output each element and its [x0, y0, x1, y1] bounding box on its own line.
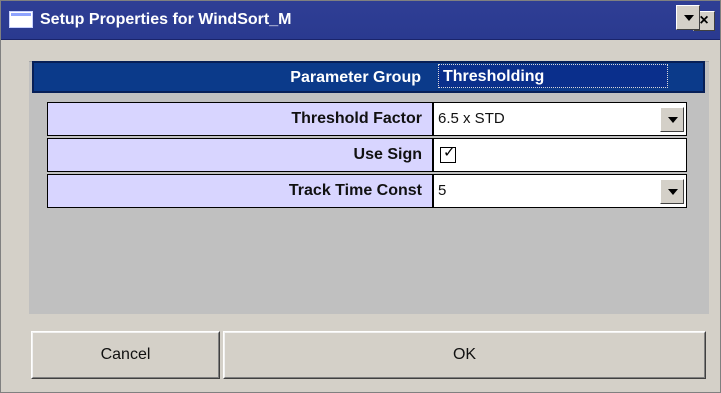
close-icon: × [699, 12, 709, 29]
track-time-const-dropdown[interactable]: 5 [433, 174, 687, 208]
property-row-use-sign: Use Sign ✓ [47, 138, 687, 172]
chevron-down-icon [668, 117, 678, 123]
title-bar: Setup Properties for WindSort_M × [1, 1, 720, 40]
cancel-button-frame [32, 332, 219, 378]
threshold-factor-dropdown-button[interactable] [660, 107, 684, 132]
parameter-group-label: Parameter Group [290, 69, 421, 86]
parameter-group-dropdown-button[interactable] [676, 5, 700, 30]
window-title: Setup Properties for WindSort_M [40, 11, 292, 28]
chevron-down-icon [684, 15, 694, 21]
properties-table: Threshold Factor 6.5 x STD Use Sign ✓ Tr… [47, 102, 687, 208]
setup-properties-dialog: Setup Properties for WindSort_M × Parame… [0, 0, 721, 393]
track-time-const-label: Track Time Const [47, 174, 433, 208]
parameter-group-select[interactable]: Thresholding [438, 64, 668, 88]
property-row-threshold-factor: Threshold Factor 6.5 x STD [47, 102, 687, 136]
threshold-factor-label: Threshold Factor [47, 102, 433, 136]
track-time-const-value: 5 [438, 182, 447, 199]
use-sign-checkbox[interactable]: ✓ [440, 144, 456, 163]
ok-button[interactable]: OK [223, 331, 706, 379]
ok-button-frame [224, 332, 705, 378]
use-sign-label: Use Sign [47, 138, 433, 172]
window-icon [9, 11, 33, 28]
property-row-track-time-const: Track Time Const 5 [47, 174, 687, 208]
use-sign-cell: ✓ [433, 138, 687, 172]
chevron-down-icon [668, 189, 678, 195]
track-time-const-dropdown-button[interactable] [660, 179, 684, 204]
threshold-factor-value: 6.5 x STD [438, 110, 505, 127]
threshold-factor-dropdown[interactable]: 6.5 x STD [433, 102, 687, 136]
check-icon: ✓ [443, 144, 456, 161]
cancel-button[interactable]: Cancel [31, 331, 220, 379]
